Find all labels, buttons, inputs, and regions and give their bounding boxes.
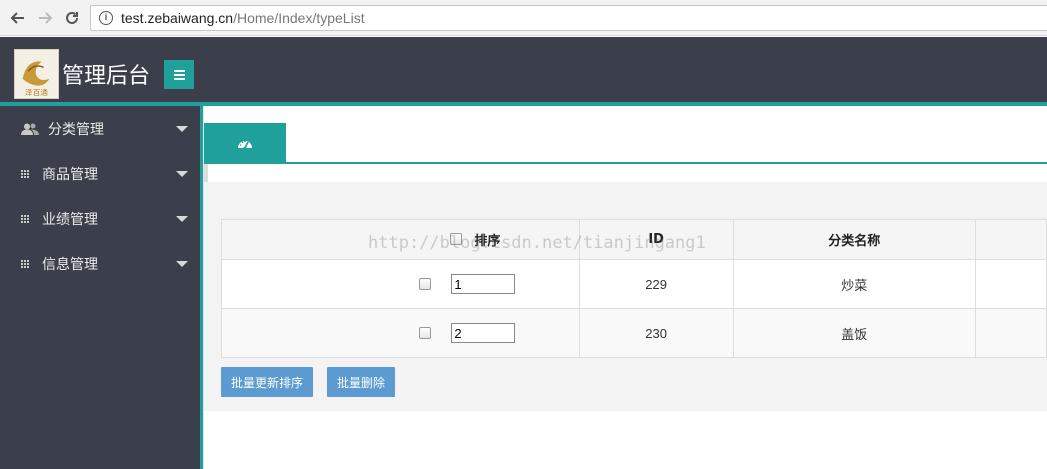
sidebar-item-label: 信息管理 — [42, 256, 98, 273]
cell-extra — [975, 308, 1047, 358]
content-strip — [204, 164, 1047, 182]
chevron-down-icon — [176, 171, 188, 177]
chevron-down-icon — [176, 261, 188, 267]
cell-extra — [975, 259, 1047, 309]
back-button[interactable] — [8, 8, 28, 28]
sidebar-item-products[interactable]: 商品管理 — [0, 151, 200, 196]
grid-icon — [20, 214, 32, 223]
grid-icon — [20, 169, 32, 178]
cell-id: 229 — [578, 259, 734, 309]
forward-button[interactable] — [35, 8, 55, 28]
arrow-left-icon — [10, 12, 24, 24]
arrow-right-icon — [39, 12, 53, 24]
sidebar-item-category[interactable]: 分类管理 — [0, 106, 200, 151]
app-title: 管理后台 — [62, 64, 151, 89]
info-icon[interactable]: i — [99, 11, 113, 25]
hamburger-icon — [173, 69, 185, 72]
batch-delete-button[interactable]: 批量删除 — [327, 367, 395, 397]
reload-button[interactable] — [62, 8, 82, 28]
tab-dashboard[interactable] — [204, 123, 286, 162]
browser-toolbar: i test.zebaiwang.cn/Home/Index/typeList — [0, 0, 1047, 36]
cell-name: 盖饭 — [732, 308, 977, 358]
sidebar-item-info[interactable]: 信息管理 — [0, 241, 200, 286]
table-row: 229 炒菜 — [221, 259, 1047, 309]
row-checkbox[interactable] — [419, 278, 432, 290]
chevron-down-icon — [176, 126, 188, 132]
dashboard-icon — [238, 140, 252, 149]
reload-icon — [66, 11, 78, 24]
cell-id: 230 — [578, 308, 734, 358]
sidebar-item-label: 商品管理 — [42, 166, 98, 183]
header-extra — [975, 219, 1047, 260]
cell-sort — [221, 259, 580, 309]
sidebar-item-label: 业绩管理 — [42, 211, 98, 228]
sort-input[interactable] — [451, 274, 516, 294]
hamburger-icon-bar — [173, 77, 185, 80]
sidebar-item-label: 分类管理 — [48, 121, 104, 138]
sidebar: 分类管理 商品管理 业绩管理 信息管理 — [0, 106, 200, 469]
batch-sort-button[interactable]: 批量更新排序 — [221, 367, 313, 397]
users-icon — [20, 123, 40, 135]
row-checkbox[interactable] — [419, 327, 432, 339]
logo-mark-icon: 泽百通 — [22, 61, 50, 97]
url-path: /Home/Index/typeList — [233, 10, 365, 26]
logo-text: 泽百通 — [25, 87, 48, 97]
cell-sort — [221, 308, 580, 358]
chevron-down-icon — [176, 216, 188, 222]
grid-icon — [20, 259, 32, 268]
cell-name: 炒菜 — [732, 259, 977, 309]
menu-toggle-button[interactable] — [164, 60, 194, 89]
app-header: 泽百通 管理后台 — [0, 37, 1047, 102]
address-bar[interactable]: i test.zebaiwang.cn/Home/Index/typeList — [90, 5, 1047, 31]
header-name: 分类名称 — [732, 219, 977, 260]
table-row: 230 盖饭 — [221, 308, 1047, 358]
sort-input[interactable] — [451, 323, 516, 343]
logo[interactable]: 泽百通 — [14, 49, 59, 99]
hamburger-icon-bar — [173, 73, 185, 76]
sidebar-item-performance[interactable]: 业绩管理 — [0, 196, 200, 241]
url-host: test.zebaiwang.cn — [121, 10, 234, 26]
watermark: http://blog.csdn.net/tianjingang1 — [368, 233, 706, 253]
